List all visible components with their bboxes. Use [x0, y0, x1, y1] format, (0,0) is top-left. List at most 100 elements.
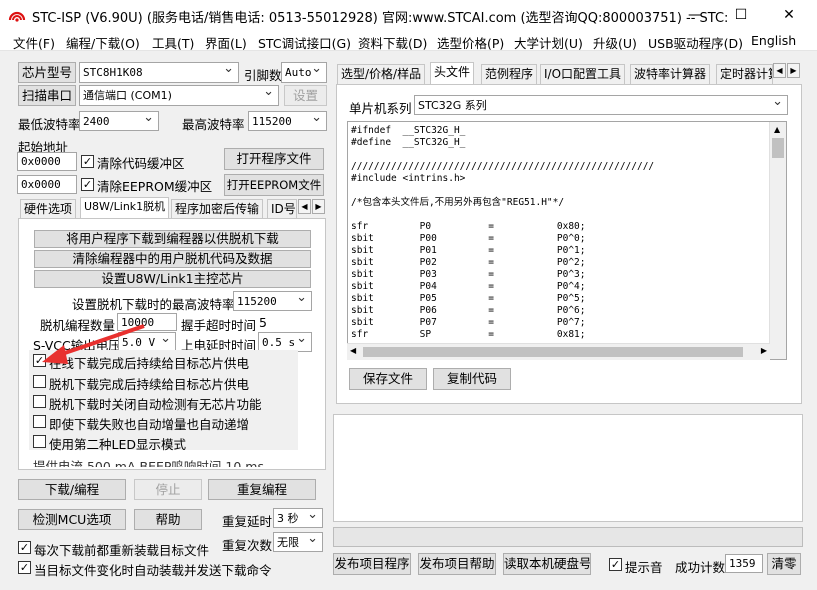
- start-address-input-2[interactable]: 0x0000: [17, 175, 77, 194]
- read-disk-id-button[interactable]: 读取本机硬盘号: [503, 553, 591, 575]
- max-baud-select[interactable]: 115200: [248, 111, 327, 131]
- download-to-programmer-button[interactable]: 将用户程序下载到编程器以供脱机下载: [34, 230, 311, 248]
- open-program-file-button[interactable]: 打开程序文件: [224, 148, 324, 170]
- help-button[interactable]: 帮助: [134, 509, 202, 530]
- pin-count-label: 引脚数: [244, 68, 282, 83]
- close-button[interactable]: ✕: [766, 0, 812, 30]
- opt-disable-autodetect-checkbox[interactable]: [33, 395, 46, 408]
- beep-checkbox[interactable]: ✓: [609, 558, 622, 571]
- opt-led-mode-checkbox[interactable]: [33, 435, 46, 448]
- repeat-delay-select[interactable]: 3 秒: [273, 508, 323, 528]
- code-line: sbit P05 = P0^5;: [351, 293, 586, 304]
- tab-timer-calculator[interactable]: 定时器计算: [716, 64, 773, 84]
- publish-help-button[interactable]: 发布项目帮助: [418, 553, 496, 575]
- min-baud-select[interactable]: 2400: [79, 111, 159, 131]
- scroll-left-icon[interactable]: ◀: [350, 346, 356, 355]
- chip-model-select[interactable]: STC8H1K08: [79, 62, 239, 83]
- menu-program[interactable]: 编程/下载(O): [66, 33, 140, 52]
- code-line: sfr SP = 0x81;: [351, 329, 586, 340]
- detect-mcu-options-button[interactable]: 检测MCU选项: [18, 509, 126, 530]
- reload-before-download-label: 每次下载前都重新装载目标文件: [34, 543, 210, 558]
- tab-id-number[interactable]: ID号: [267, 199, 297, 219]
- minimize-button[interactable]: —: [672, 0, 718, 30]
- menu-english[interactable]: English: [751, 33, 796, 48]
- opt-led-mode-label: 使用第二种LED显示模式: [49, 437, 186, 452]
- scroll-up-icon[interactable]: ▲: [774, 125, 780, 134]
- tab-encrypt-transfer[interactable]: 程序加密后传输: [171, 199, 264, 219]
- opt-disable-autodetect-label: 脱机下载时关闭自动检测有无芯片功能: [49, 397, 262, 412]
- menu-download[interactable]: 资料下载(D): [358, 33, 427, 52]
- power-on-delay-select[interactable]: 0.5 s: [258, 332, 312, 352]
- scroll-right-icon[interactable]: ▶: [761, 346, 767, 355]
- tab-u8w-offline[interactable]: U8W/Link1脱机: [80, 197, 170, 219]
- output-log[interactable]: [333, 414, 803, 522]
- copy-code-button[interactable]: 复制代码: [433, 368, 511, 390]
- save-file-button[interactable]: 保存文件: [349, 368, 427, 390]
- mcu-series-select[interactable]: STC32G 系列: [414, 95, 788, 115]
- mcu-series-label: 单片机系列: [349, 101, 412, 116]
- menu-upgrade[interactable]: 升级(U): [593, 33, 637, 52]
- opt-offline-power-checkbox[interactable]: [33, 375, 46, 388]
- horizontal-scroll-thumb[interactable]: [363, 347, 743, 357]
- clear-eeprom-label: 清除EEPROM缓冲区: [97, 179, 213, 194]
- set-master-chip-button[interactable]: 设置U8W/Link1主控芯片: [34, 270, 311, 288]
- auto-send-on-change-label: 当目标文件变化时自动装载并发送下载命令: [34, 563, 272, 578]
- download-program-button[interactable]: 下载/编程: [18, 479, 126, 500]
- max-download-baud-select[interactable]: 115200: [233, 291, 312, 311]
- clear-count-button[interactable]: 清零: [767, 553, 801, 575]
- port-select[interactable]: 通信端口 (COM1): [79, 85, 279, 106]
- success-count-value: 1359: [725, 554, 763, 573]
- opt-auto-increment-checkbox[interactable]: [33, 415, 46, 428]
- repeat-delay-label: 重复延时: [222, 514, 273, 529]
- code-line: #ifndef __STC32G_H_: [351, 125, 466, 136]
- maximize-button[interactable]: ☐: [718, 0, 764, 30]
- repeat-count-label: 重复次数: [222, 538, 273, 553]
- auto-send-on-change-checkbox[interactable]: ✓: [18, 561, 31, 574]
- menu-tools[interactable]: 工具(T): [152, 33, 194, 52]
- beep-label: 提示音: [625, 560, 663, 575]
- clear-eeprom-checkbox[interactable]: ✓: [81, 178, 94, 191]
- tab-selection-price[interactable]: 选型/价格/样品: [337, 64, 426, 84]
- scan-port-button[interactable]: 扫描串口: [18, 85, 76, 106]
- supply-current-row: 提供电流 500 mA BEEP鸣响时间 10 ms: [33, 459, 264, 467]
- open-eeprom-file-button[interactable]: 打开EEPROM文件: [224, 174, 324, 196]
- repeat-program-button[interactable]: 重复编程: [208, 479, 316, 500]
- tab-header-file[interactable]: 头文件: [430, 62, 475, 84]
- port-settings-button[interactable]: 设置: [284, 85, 327, 106]
- clear-code-checkbox[interactable]: ✓: [81, 155, 94, 168]
- scroll-thumb[interactable]: [772, 138, 784, 158]
- start-address-input-1[interactable]: 0x0000: [17, 152, 77, 171]
- menu-interface[interactable]: 界面(L): [205, 33, 247, 52]
- reload-before-download-checkbox[interactable]: ✓: [18, 541, 31, 554]
- header-code-view[interactable]: #ifndef __STC32G_H_ #define __STC32G_H_ //…: [347, 121, 787, 360]
- right-tab-scroll-right-icon[interactable]: ▶: [787, 63, 800, 78]
- chip-model-button[interactable]: 芯片型号: [18, 62, 76, 83]
- progress-bar: [333, 527, 803, 547]
- tab-scroll-left-icon[interactable]: ◀: [298, 199, 311, 214]
- right-tab-scroll-left-icon[interactable]: ◀: [773, 63, 786, 78]
- menu-university[interactable]: 大学计划(U): [514, 33, 583, 52]
- handshake-timeout-value[interactable]: 5: [259, 315, 267, 330]
- pin-count-select[interactable]: Auto: [281, 62, 327, 83]
- window-title: STC-ISP (V6.90U) (服务电话/销售电话: 0513-550129…: [32, 11, 729, 26]
- menu-debug[interactable]: STC调试接口(G): [258, 33, 351, 52]
- code-horizontal-scrollbar[interactable]: ◀ ▶: [347, 343, 770, 360]
- tab-scroll-right-icon[interactable]: ▶: [312, 199, 325, 214]
- tab-sample-programs[interactable]: 范例程序: [481, 64, 538, 84]
- tab-hardware-options[interactable]: 硬件选项: [20, 199, 77, 219]
- stc-logo-icon: [8, 11, 26, 22]
- repeat-count-select[interactable]: 无限: [273, 532, 323, 552]
- menu-usb-driver[interactable]: USB驱动程序(D): [648, 33, 743, 52]
- tab-io-config[interactable]: I/O口配置工具: [540, 64, 626, 84]
- stop-button[interactable]: 停止: [134, 479, 202, 500]
- publish-project-button[interactable]: 发布项目程序: [333, 553, 411, 575]
- tab-baud-calculator[interactable]: 波特率计算器: [630, 64, 711, 84]
- code-line: sbit P00 = P0^0;: [351, 233, 586, 244]
- code-scrollbar[interactable]: ▲: [769, 122, 786, 359]
- clear-programmer-code-button[interactable]: 清除编程器中的用户脱机代码及数据: [34, 250, 311, 268]
- menu-file[interactable]: 文件(F): [13, 33, 55, 52]
- menu-price[interactable]: 选型价格(P): [437, 33, 504, 52]
